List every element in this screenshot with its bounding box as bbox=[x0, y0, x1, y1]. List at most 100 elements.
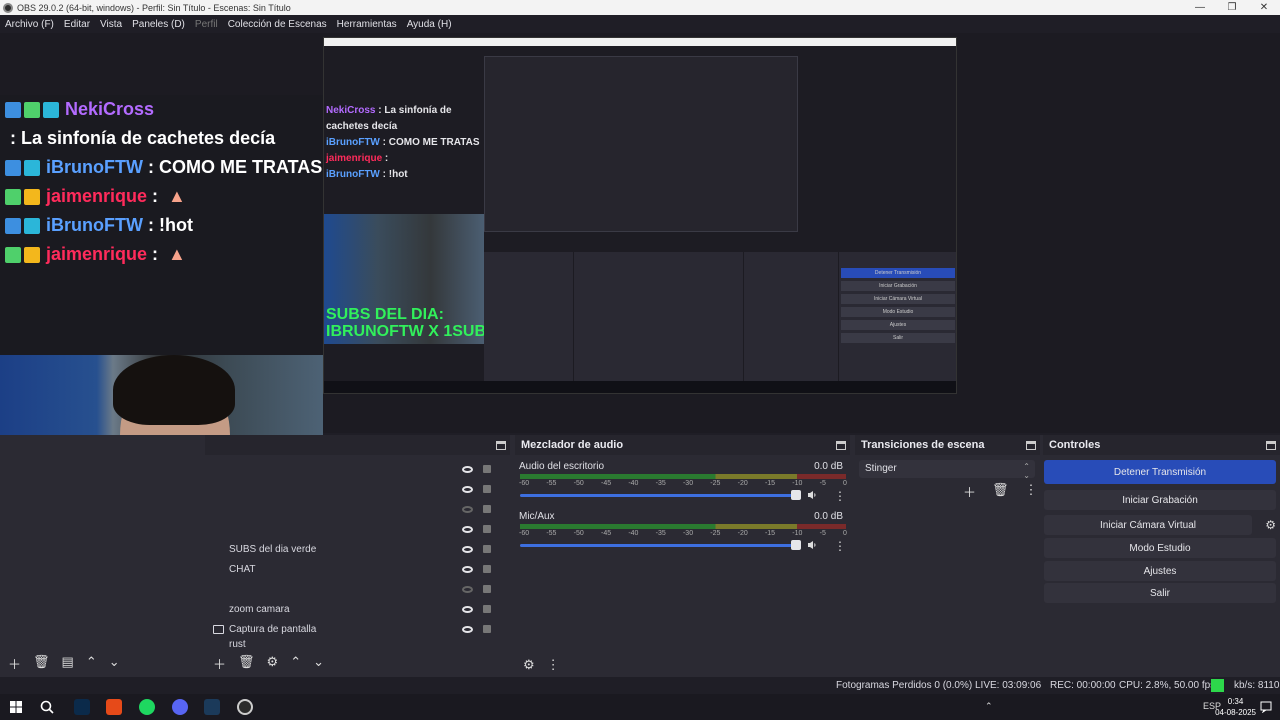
add-scene-button[interactable]: ＋ bbox=[8, 654, 21, 673]
nested-taskbar bbox=[324, 381, 956, 393]
transition-menu-icon[interactable]: ⋮ bbox=[1025, 482, 1038, 501]
source-row[interactable]: rust bbox=[205, 639, 505, 649]
track-menu-icon[interactable]: ⋮ bbox=[834, 489, 846, 503]
menu-archivo[interactable]: Archivo (F) bbox=[5, 19, 54, 30]
source-row[interactable] bbox=[205, 519, 505, 539]
source-row[interactable] bbox=[205, 499, 505, 519]
move-down-button[interactable]: ⌄ bbox=[313, 654, 324, 673]
visibility-eye-icon[interactable] bbox=[462, 605, 473, 613]
chat-message: jaimenrique : ▲ bbox=[5, 182, 323, 211]
lock-icon[interactable] bbox=[483, 525, 491, 533]
volume-fader[interactable] bbox=[520, 544, 800, 547]
transitions-dock: Transiciones de escena Stinger ⌃ ⌄ ＋ 🗑 ⋮ bbox=[855, 435, 1040, 677]
menu-coleccion-escenas[interactable]: Colección de Escenas bbox=[228, 19, 327, 30]
remove-scene-button[interactable]: 🗑 bbox=[33, 654, 50, 673]
fader-handle[interactable] bbox=[791, 490, 801, 500]
tray-chevron-icon[interactable]: ⌃ bbox=[985, 701, 993, 712]
scene-up-button[interactable]: ⌃ bbox=[86, 654, 97, 673]
scenes-toolbar: ＋ 🗑 ▤ ⌃ ⌄ bbox=[0, 654, 120, 673]
lock-icon[interactable] bbox=[483, 605, 491, 613]
visibility-eye-icon[interactable] bbox=[462, 485, 473, 493]
visibility-eye-icon[interactable] bbox=[462, 545, 473, 553]
visibility-eye-icon[interactable] bbox=[462, 525, 473, 533]
hidden-eye-icon[interactable] bbox=[462, 505, 473, 513]
add-transition-button[interactable]: ＋ bbox=[963, 482, 976, 501]
hidden-eye-icon[interactable] bbox=[462, 585, 473, 593]
start-virtual-camera-button[interactable]: Iniciar Cámara Virtual bbox=[1044, 515, 1252, 535]
visibility-eye-icon[interactable] bbox=[462, 465, 473, 473]
transitions-title: Transiciones de escena bbox=[861, 439, 985, 451]
stop-streaming-button[interactable]: Detener Transmisión bbox=[1044, 460, 1276, 484]
discord-icon[interactable] bbox=[172, 699, 188, 715]
brave-browser-icon[interactable] bbox=[106, 699, 122, 715]
source-label: Captura de pantalla bbox=[229, 623, 317, 635]
source-row[interactable] bbox=[205, 479, 505, 499]
chat-text: : La sinfonía de cachetes decía bbox=[5, 128, 276, 148]
source-properties-button[interactable]: ⚙ bbox=[267, 654, 279, 673]
windows-start-icon[interactable] bbox=[10, 701, 22, 713]
spotify-icon[interactable] bbox=[139, 699, 155, 715]
transition-select[interactable]: Stinger ⌃ ⌄ bbox=[859, 460, 1035, 480]
exit-button[interactable]: Salir bbox=[1044, 583, 1276, 603]
bitrate: kb/s: 8110 bbox=[1234, 680, 1280, 691]
volume-fader[interactable] bbox=[520, 494, 800, 497]
fader-handle[interactable] bbox=[791, 540, 801, 550]
visibility-eye-icon[interactable] bbox=[462, 565, 473, 573]
speaker-icon[interactable] bbox=[807, 540, 817, 550]
close-button[interactable]: ✕ bbox=[1248, 2, 1280, 13]
undock-icon[interactable] bbox=[1266, 440, 1276, 450]
studio-mode-button[interactable]: Modo Estudio bbox=[1044, 538, 1276, 558]
taskbar-clock[interactable]: 0:34 04-08-2025 bbox=[1215, 696, 1256, 718]
source-row[interactable]: Captura de pantalla bbox=[205, 619, 505, 639]
settings-button[interactable]: Ajustes bbox=[1044, 561, 1276, 581]
lock-icon[interactable] bbox=[483, 505, 491, 513]
virtual-camera-gear-icon[interactable]: ⚙ bbox=[1265, 518, 1276, 532]
scene-filters-button[interactable]: ▤ bbox=[62, 654, 74, 673]
nested-record-button: Iniciar Grabación bbox=[841, 281, 955, 291]
nested-subs: SUBS DEL DIA: IBRUNOFTW X 1SUB bbox=[326, 306, 486, 340]
photoshop-icon[interactable] bbox=[74, 699, 90, 715]
source-label: zoom camara bbox=[229, 603, 290, 615]
nested-docks: Detener Transmisión Iniciar Grabación In… bbox=[484, 252, 956, 382]
undock-icon[interactable] bbox=[496, 440, 506, 450]
track-menu-icon[interactable]: ⋮ bbox=[834, 539, 846, 553]
lock-icon[interactable] bbox=[483, 585, 491, 593]
menu-herramientas[interactable]: Herramientas bbox=[337, 19, 397, 30]
notification-icon[interactable] bbox=[1260, 701, 1272, 713]
undock-icon[interactable] bbox=[836, 440, 846, 450]
restore-button[interactable]: ❐ bbox=[1216, 2, 1248, 13]
start-recording-button[interactable]: Iniciar Grabación bbox=[1044, 490, 1276, 510]
source-row[interactable]: zoom camara bbox=[205, 599, 505, 619]
remove-source-button[interactable]: 🗑 bbox=[238, 654, 255, 673]
lock-icon[interactable] bbox=[483, 545, 491, 553]
obs-taskbar-icon[interactable] bbox=[237, 699, 253, 715]
volume-meter bbox=[520, 474, 846, 479]
source-row[interactable] bbox=[205, 459, 505, 479]
menu-vista[interactable]: Vista bbox=[100, 19, 122, 30]
undock-icon[interactable] bbox=[1026, 440, 1036, 450]
sources-dock: SUBS del dia verde CHAT zoom camara Capt… bbox=[205, 435, 510, 677]
mixer-menu-icon[interactable]: ⋮ bbox=[547, 657, 560, 673]
visibility-eye-icon[interactable] bbox=[462, 625, 473, 633]
search-icon[interactable] bbox=[40, 700, 54, 714]
lock-icon[interactable] bbox=[483, 485, 491, 493]
remove-transition-button[interactable]: 🗑 bbox=[992, 482, 1009, 501]
badge-icon bbox=[5, 159, 21, 176]
menu-ayuda[interactable]: Ayuda (H) bbox=[407, 19, 452, 30]
source-row[interactable]: CHAT bbox=[205, 559, 505, 579]
menu-paneles[interactable]: Paneles (D) bbox=[132, 19, 185, 30]
source-row[interactable] bbox=[205, 579, 505, 599]
menu-editar[interactable]: Editar bbox=[64, 19, 90, 30]
minimize-button[interactable]: — bbox=[1184, 2, 1216, 13]
advanced-audio-icon[interactable]: ⚙ bbox=[523, 657, 535, 673]
speaker-icon[interactable] bbox=[807, 490, 817, 500]
lock-icon[interactable] bbox=[483, 625, 491, 633]
add-source-button[interactable]: ＋ bbox=[213, 654, 226, 673]
source-row[interactable]: SUBS del dia verde bbox=[205, 539, 505, 559]
steam-icon[interactable] bbox=[204, 699, 220, 715]
lock-icon[interactable] bbox=[483, 465, 491, 473]
move-up-button[interactable]: ⌃ bbox=[290, 654, 301, 673]
menu-perfil[interactable]: Perfil bbox=[195, 19, 218, 30]
scene-down-button[interactable]: ⌄ bbox=[109, 654, 120, 673]
lock-icon[interactable] bbox=[483, 565, 491, 573]
